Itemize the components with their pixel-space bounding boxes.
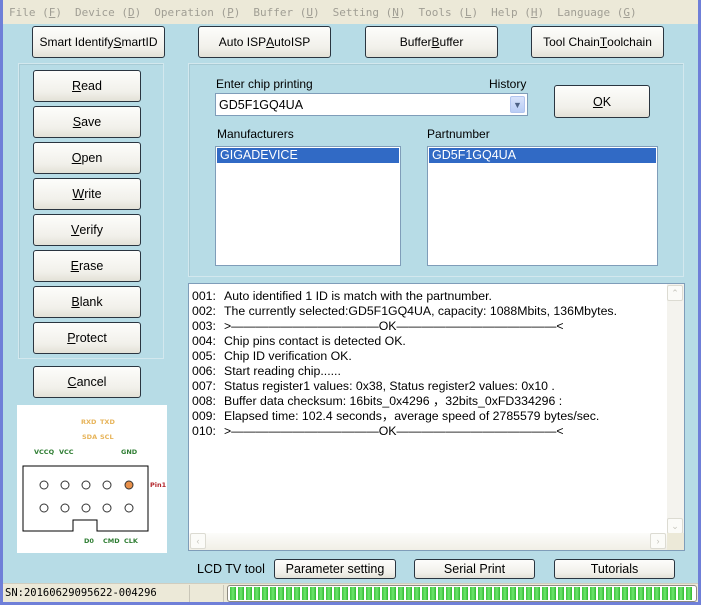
log-line: 004: Chip pins contact is detected OK. bbox=[192, 334, 667, 349]
pin-2-5 bbox=[124, 503, 134, 513]
log-line-text: Start reading chip...... bbox=[224, 364, 341, 378]
log-line-text: Auto identified 1 ID is match with the p… bbox=[224, 289, 492, 303]
log-line: 001: Auto identified 1 ID is match with t… bbox=[192, 289, 667, 304]
partnumber-item[interactable]: GD5F1GQ4UA bbox=[429, 148, 656, 163]
menu-bar: File (F) Device (D) Operation (P) Buffer… bbox=[3, 0, 698, 24]
enter-chip-label: Enter chip printing bbox=[216, 77, 313, 91]
protect-button[interactable]: Protect bbox=[33, 322, 141, 354]
buffer-button[interactable]: Buffer Buffer bbox=[365, 26, 498, 58]
log-line-number: 002: bbox=[192, 304, 216, 318]
log-line-number: 006: bbox=[192, 364, 216, 378]
pin-2-3 bbox=[81, 503, 91, 513]
pin-2-4 bbox=[102, 503, 112, 513]
blank-button[interactable]: Blank bbox=[33, 286, 141, 318]
log-line-text: Buffer data checksum: 16bits_0x4296 ，32b… bbox=[224, 394, 563, 408]
log-line: 006: Start reading chip...... bbox=[192, 364, 667, 379]
pin-1-4 bbox=[102, 480, 112, 490]
pinout-diagram: RXD TXD SDA SCL VCCQ VCC GND Pin1 D0 CMD… bbox=[17, 405, 167, 553]
scroll-right-icon[interactable]: › bbox=[650, 533, 666, 549]
log-line-number: 001: bbox=[192, 289, 216, 303]
verify-button[interactable]: Verify bbox=[33, 214, 141, 246]
chevron-down-icon[interactable]: ▼ bbox=[510, 96, 525, 113]
tutorials-button[interactable]: Tutorials bbox=[554, 559, 675, 579]
menu-tools[interactable]: Tools (L) bbox=[412, 6, 485, 19]
log-line: 005: Chip ID verification OK. bbox=[192, 349, 667, 364]
pin-1-3 bbox=[81, 480, 91, 490]
log-line-text: Chip pins contact is detected OK. bbox=[224, 334, 406, 348]
log-line-number: 009: bbox=[192, 409, 216, 423]
lcd-tv-tool-label: LCD TV tool bbox=[197, 562, 265, 576]
menu-language[interactable]: Language (G) bbox=[551, 6, 643, 19]
pin-1-1 bbox=[39, 480, 49, 490]
log-line-number: 005: bbox=[192, 349, 216, 363]
read-button[interactable]: Read bbox=[33, 70, 141, 102]
manufacturers-label: Manufacturers bbox=[217, 127, 294, 141]
progress-bar bbox=[227, 585, 697, 602]
connector-outline bbox=[22, 465, 149, 532]
pin-1-2 bbox=[60, 480, 70, 490]
log-line: 010: >————————————OK—————————————< bbox=[192, 424, 667, 439]
open-button[interactable]: Open bbox=[33, 142, 141, 174]
log-line-text: The currently selected:GD5F1GQ4UA, capac… bbox=[224, 304, 617, 318]
serial-number: SN:20160629095622-004296 bbox=[3, 585, 190, 602]
serial-print-button[interactable]: Serial Print bbox=[414, 559, 535, 579]
toolchain-button[interactable]: Tool Chain Toolchain bbox=[531, 26, 664, 58]
log-lines: 001: Auto identified 1 ID is match with t… bbox=[192, 289, 667, 527]
log-line: 009: Elapsed time: 102.4 seconds，average … bbox=[192, 409, 667, 424]
log-line-text: Chip ID verification OK. bbox=[224, 349, 352, 363]
ok-button[interactable]: OK bbox=[554, 85, 650, 118]
menu-help[interactable]: Help (H) bbox=[485, 6, 551, 19]
chip-printing-combobox[interactable]: GD5F1GQ4UA ▼ bbox=[215, 93, 528, 116]
history-label: History bbox=[489, 77, 527, 91]
log-line-text: Elapsed time: 102.4 seconds，average spee… bbox=[224, 409, 600, 423]
smart-identify-button[interactable]: Smart Identify SmartID bbox=[32, 26, 165, 58]
auto-isp-button[interactable]: Auto ISP AutoISP bbox=[198, 26, 331, 58]
log-line: 002: The currently selected:GD5F1GQ4UA, c… bbox=[192, 304, 667, 319]
log-line-number: 010: bbox=[192, 424, 216, 438]
write-button[interactable]: Write bbox=[33, 178, 141, 210]
scroll-left-icon[interactable]: ‹ bbox=[190, 533, 206, 549]
erase-button[interactable]: Erase bbox=[33, 250, 141, 282]
partnumber-label: Partnumber bbox=[427, 127, 490, 141]
log-line-number: 008: bbox=[192, 394, 216, 408]
save-button[interactable]: Save bbox=[33, 106, 141, 138]
vertical-scrollbar[interactable]: ⌃ ⌄ bbox=[667, 284, 684, 534]
log-line-text: >————————————OK—————————————< bbox=[224, 319, 564, 333]
log-line-number: 003: bbox=[192, 319, 216, 333]
progress-fill bbox=[230, 587, 694, 600]
horizontal-scrollbar[interactable]: ‹ › bbox=[189, 533, 667, 550]
partnumber-list[interactable]: GD5F1GQ4UA bbox=[427, 146, 658, 266]
menu-operation[interactable]: Operation (P) bbox=[148, 6, 247, 19]
menu-file[interactable]: File (F) bbox=[3, 6, 69, 19]
log-line-text: Status register1 values: 0x38, Status re… bbox=[224, 379, 555, 393]
scroll-down-icon[interactable]: ⌄ bbox=[667, 518, 683, 534]
manufacturers-list[interactable]: GIGADEVICE bbox=[215, 146, 401, 266]
log-output[interactable]: 001: Auto identified 1 ID is match with t… bbox=[188, 283, 685, 551]
chip-printing-value[interactable]: GD5F1GQ4UA bbox=[216, 98, 510, 112]
log-line-number: 007: bbox=[192, 379, 216, 393]
pin-2-1 bbox=[39, 503, 49, 513]
log-line-text: >————————————OK—————————————< bbox=[224, 424, 564, 438]
log-line: 003: >————————————OK—————————————< bbox=[192, 319, 667, 334]
log-line: 007: Status register1 values: 0x38, Statu… bbox=[192, 379, 667, 394]
pin-1-5 bbox=[124, 480, 134, 490]
status-cell bbox=[191, 585, 224, 602]
scroll-up-icon[interactable]: ⌃ bbox=[667, 285, 683, 301]
menu-setting[interactable]: Setting (N) bbox=[327, 6, 413, 19]
menu-device[interactable]: Device (D) bbox=[69, 6, 148, 19]
menu-buffer[interactable]: Buffer (U) bbox=[247, 6, 326, 19]
log-line: 008: Buffer data checksum: 16bits_0x4296 … bbox=[192, 394, 667, 409]
cancel-button[interactable]: Cancel bbox=[33, 366, 141, 398]
log-line-number: 004: bbox=[192, 334, 216, 348]
pin-2-2 bbox=[60, 503, 70, 513]
window-frame-left bbox=[0, 0, 3, 605]
status-bar: SN:20160629095622-004296 bbox=[3, 583, 698, 602]
scroll-corner bbox=[667, 533, 684, 550]
manufacturer-item[interactable]: GIGADEVICE bbox=[217, 148, 399, 163]
parameter-setting-button[interactable]: Parameter setting bbox=[274, 559, 396, 579]
